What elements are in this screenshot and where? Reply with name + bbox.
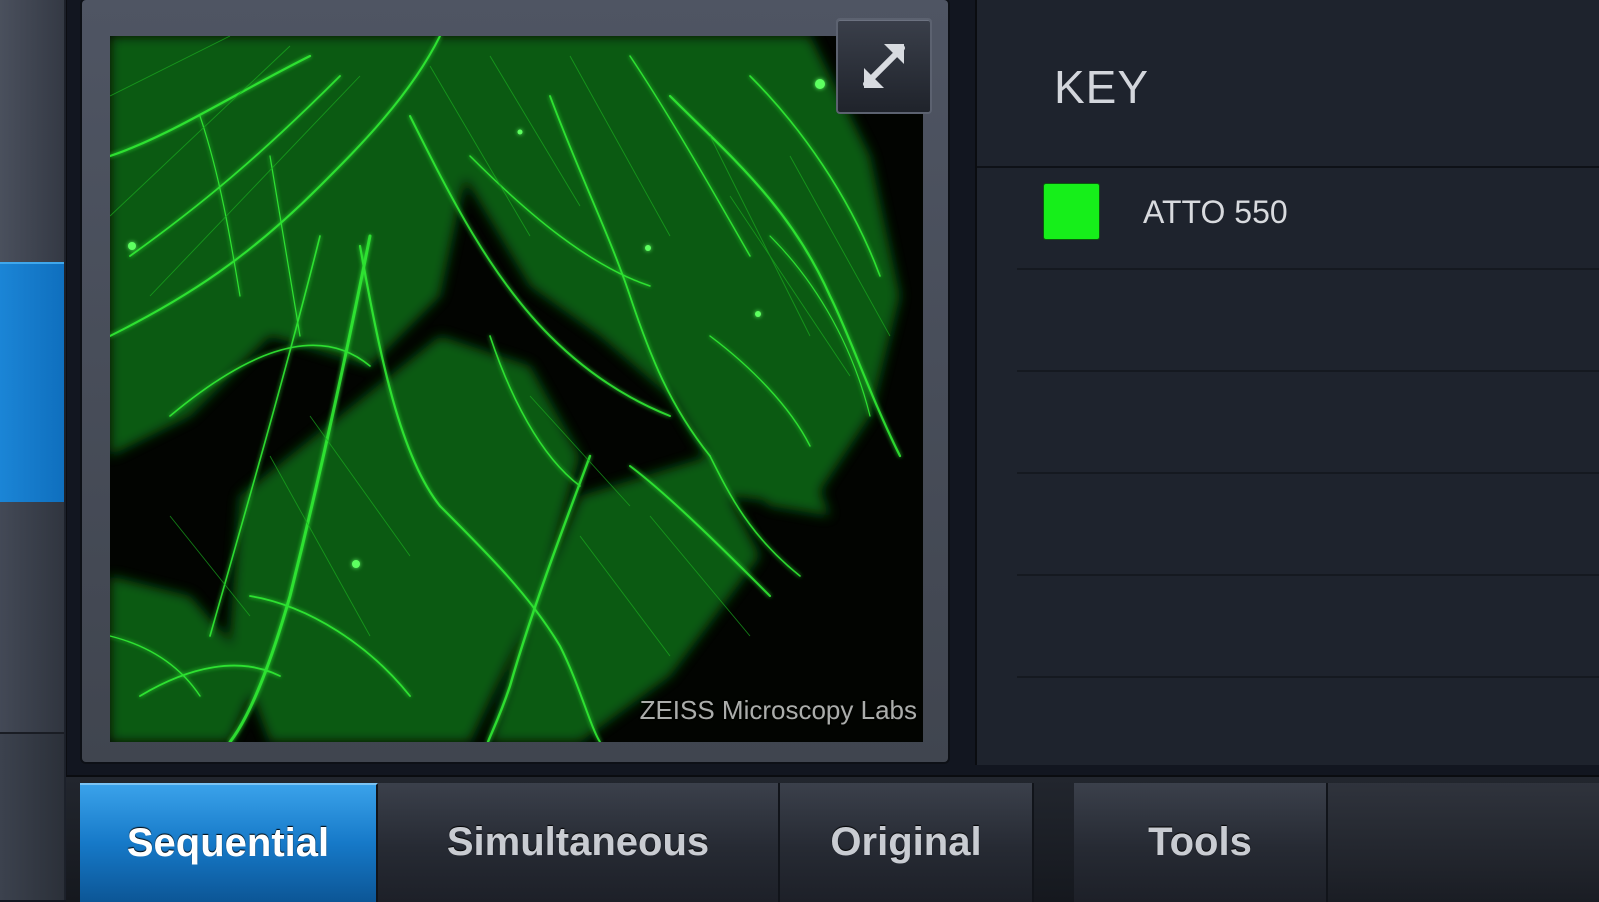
tab-original[interactable]: Original <box>780 783 1034 902</box>
key-item-label: ATTO 550 <box>1143 194 1288 230</box>
tab-tools[interactable]: Tools <box>1074 783 1328 902</box>
expand-arrows-icon <box>863 44 905 88</box>
sidebar-segment[interactable] <box>0 0 64 264</box>
sidebar-segment[interactable] <box>0 502 64 734</box>
image-watermark: ZEISS Microscopy Labs <box>639 695 917 725</box>
expand-button[interactable] <box>836 18 932 114</box>
tab-simultaneous[interactable]: Simultaneous <box>378 783 780 902</box>
key-empty-row <box>1017 372 1599 474</box>
mode-tab-bar: Sequential Simultaneous Original Tools <box>66 775 1599 902</box>
key-empty-row <box>1017 474 1599 576</box>
tab-placeholder <box>1328 783 1599 902</box>
key-panel: KEY ATTO 550 <box>975 0 1599 765</box>
key-empty-row <box>1017 270 1599 372</box>
left-sidebar <box>0 0 67 900</box>
key-empty-row <box>1017 576 1599 678</box>
key-header: KEY <box>977 0 1599 168</box>
microscopy-image: ZEISS Microscopy Labs <box>110 36 923 742</box>
tab-sequential[interactable]: Sequential <box>80 783 378 902</box>
color-swatch <box>1044 184 1099 239</box>
sidebar-segment[interactable] <box>0 734 64 900</box>
key-title: KEY <box>1054 61 1150 113</box>
sidebar-segment-active[interactable] <box>0 262 64 504</box>
key-item: ATTO 550 <box>1017 168 1599 270</box>
